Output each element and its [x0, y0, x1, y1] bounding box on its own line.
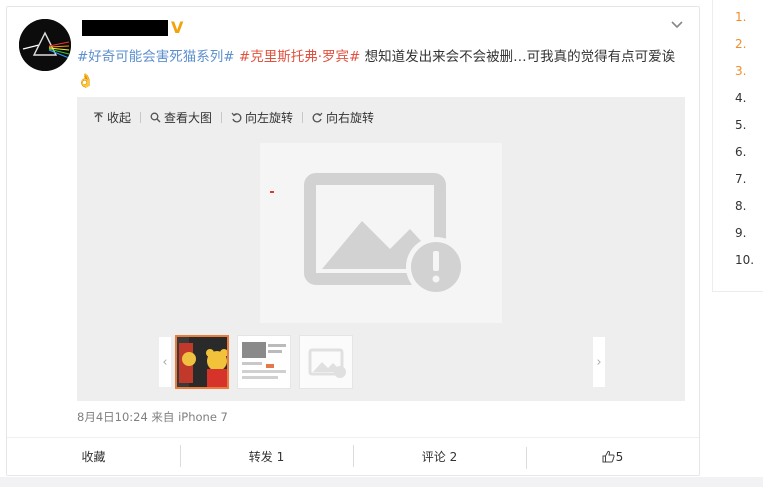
chevron-left-icon: ‹ — [162, 354, 168, 370]
thumbnail-strip: ‹ › — [159, 335, 605, 391]
post-text: #好奇可能会害死猫系列# #克里斯托弗·罗宾# 想知道发出来会不会被删…可我真的… — [77, 45, 687, 93]
rank-number[interactable]: 7. — [735, 172, 746, 186]
broken-image-icon — [300, 336, 352, 388]
rank-number[interactable]: 9. — [735, 226, 746, 240]
thumbnail-next-button[interactable]: › — [593, 337, 605, 387]
ok-hand-emoji-icon: 👌 — [77, 73, 94, 89]
prism-avatar-icon — [19, 19, 71, 71]
main-image[interactable] — [260, 143, 502, 323]
thumbnail-image — [238, 336, 290, 388]
collapse-label: 收起 — [107, 111, 132, 125]
thumbnail-1[interactable] — [175, 335, 229, 389]
favorite-label: 收藏 — [81, 450, 106, 464]
rank-number[interactable]: 10. — [735, 253, 754, 267]
upload-icon — [94, 112, 103, 122]
view-large-button[interactable]: 查看大图 — [150, 109, 212, 126]
rotate-right-label: 向右旋转 — [326, 111, 375, 125]
thumbnail-prev-button[interactable]: ‹ — [159, 337, 171, 387]
comment-button[interactable]: 评论 2 — [353, 445, 526, 467]
avatar[interactable] — [19, 19, 71, 71]
hot-ranking-list: 1. 2. 3. 4. 5. 6. 7. 8. 9. 10. — [712, 0, 763, 292]
view-large-label: 查看大图 — [164, 111, 213, 125]
rank-number[interactable]: 3. — [735, 64, 746, 78]
rotate-left-button[interactable]: 向左旋转 — [231, 109, 293, 126]
rotate-left-icon — [231, 112, 242, 123]
favorite-button[interactable]: 收藏 — [7, 448, 180, 465]
repost-button[interactable]: 转发 1 — [180, 445, 353, 467]
verified-badge: V — [171, 18, 184, 37]
divider — [140, 112, 142, 123]
topic-tag-link[interactable]: #好奇可能会害死猫系列# — [77, 49, 235, 65]
comment-label: 评论 2 — [421, 450, 458, 464]
collapse-button[interactable]: 收起 — [93, 109, 131, 126]
action-bar: 收藏 转发 1 评论 2 5 — [7, 437, 699, 475]
weibo-post-card: V #好奇可能会害死猫系列# #克里斯托弗·罗宾# 想知道发出来会不会被删…可我… — [6, 6, 700, 476]
rotate-right-button[interactable]: 向右旋转 — [312, 109, 374, 126]
broken-image-icon — [270, 173, 466, 297]
post-timestamp[interactable]: 8月4日10:24 来自 iPhone 7 — [77, 409, 228, 425]
username-redacted[interactable] — [82, 20, 168, 36]
rank-number[interactable]: 8. — [735, 199, 746, 213]
rank-number[interactable]: 2. — [735, 37, 746, 51]
thumbnail-2[interactable] — [237, 335, 291, 389]
rotate-right-icon — [312, 112, 323, 123]
divider — [221, 112, 223, 123]
thumbnail-3[interactable] — [299, 335, 353, 389]
topic-tag-link[interactable]: #克里斯托弗·罗宾# — [239, 49, 360, 65]
thumbs-up-icon — [602, 450, 615, 462]
search-icon — [150, 112, 161, 123]
rank-number[interactable]: 6. — [735, 145, 746, 159]
post-body-text: 想知道发出来会不会被删…可我真的觉得有点可爱诶 — [360, 49, 676, 65]
chevron-down-icon[interactable] — [669, 17, 685, 33]
rank-number[interactable]: 1. — [735, 10, 746, 24]
like-count: 5 — [615, 449, 624, 464]
chevron-right-icon: › — [596, 354, 602, 370]
rank-number[interactable]: 5. — [735, 118, 746, 132]
thumbnail-image — [177, 337, 227, 387]
like-button[interactable]: 5 — [526, 446, 699, 469]
media-toolbar: 收起 查看大图 向左旋转 向右旋转 — [93, 109, 374, 126]
rank-number[interactable]: 4. — [735, 91, 746, 105]
rotate-left-label: 向左旋转 — [245, 111, 294, 125]
divider — [302, 112, 304, 123]
media-preview-panel: 收起 查看大图 向左旋转 向右旋转 ‹ › — [77, 97, 685, 401]
page-background-strip — [0, 477, 763, 487]
repost-label: 转发 1 — [248, 450, 285, 464]
